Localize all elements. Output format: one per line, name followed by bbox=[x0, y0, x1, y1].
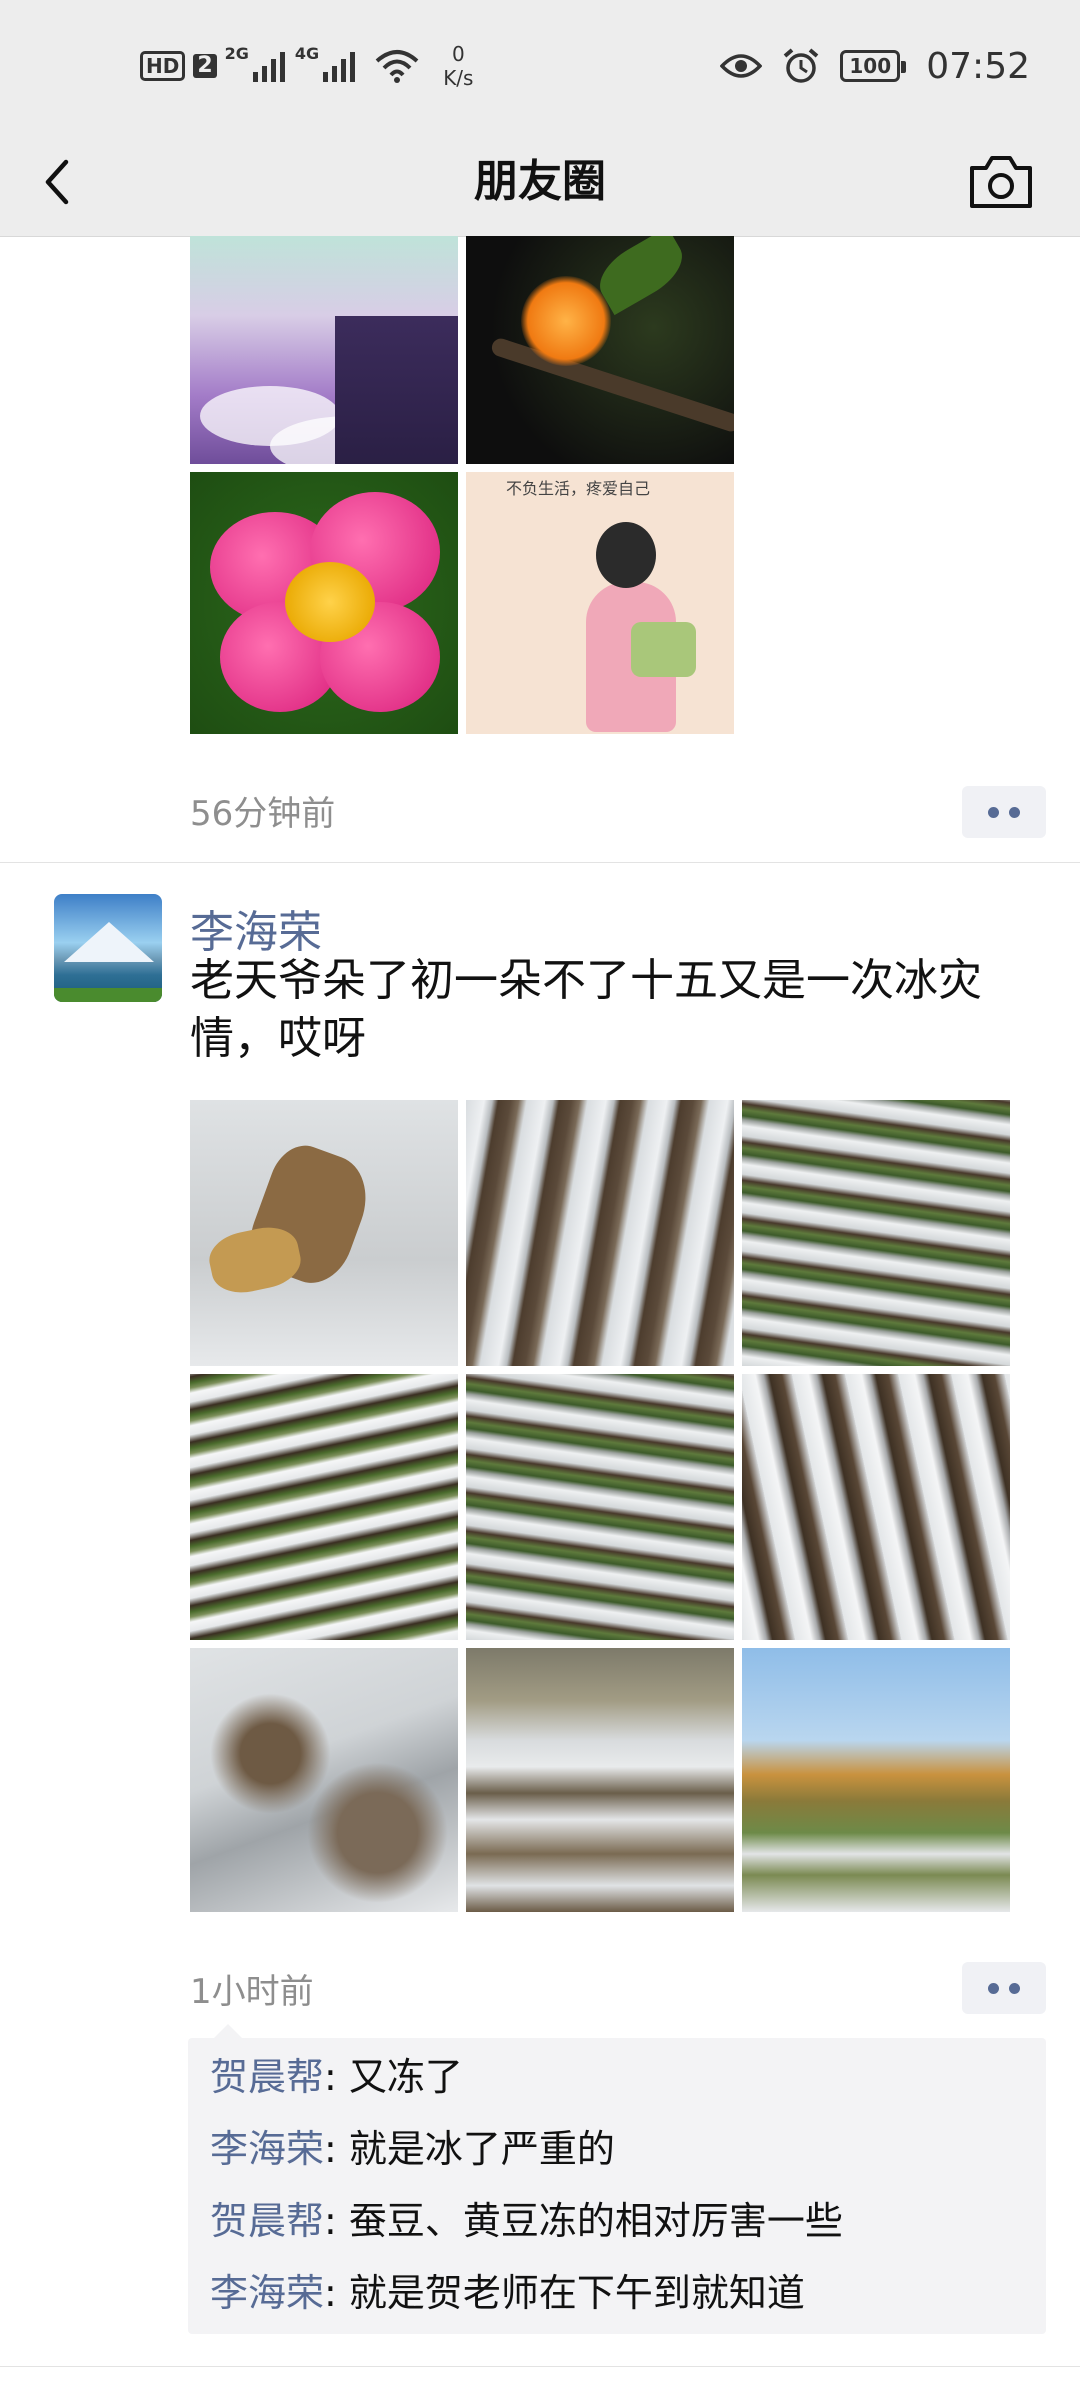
camera-icon[interactable] bbox=[966, 150, 1036, 214]
net-speed-unit: K/s bbox=[443, 66, 474, 90]
battery-icon: 100 bbox=[840, 50, 907, 82]
post-timestamp: 1小时前 bbox=[190, 1972, 314, 2012]
comment-text: 就是冰了严重的 bbox=[348, 2127, 615, 2171]
comment-list: 贺晨帮: 又冻了 李海荣: 就是冰了严重的 贺晨帮: 蚕豆、黄豆冻的相对厉害一些… bbox=[188, 2024, 1046, 2334]
net-speed-value: 0 bbox=[451, 42, 465, 66]
comment-author[interactable]: 李海荣 bbox=[210, 2127, 324, 2171]
post-divider bbox=[0, 2366, 1080, 2367]
post-image[interactable] bbox=[742, 1374, 1010, 1640]
eye-icon bbox=[720, 54, 763, 78]
post-image[interactable] bbox=[466, 1374, 734, 1640]
signal-bars-icon bbox=[252, 52, 285, 82]
clock-time: 07:52 bbox=[926, 45, 1030, 87]
comment-author[interactable]: 贺晨帮 bbox=[210, 2055, 324, 2099]
post-image[interactable] bbox=[190, 1100, 458, 1366]
dot-icon bbox=[988, 1982, 999, 1994]
comment-item[interactable]: 贺晨帮: 又冻了 bbox=[210, 2052, 463, 2102]
more-options-button[interactable] bbox=[962, 1962, 1046, 2014]
page-title: 朋友圈 bbox=[474, 156, 606, 207]
post-text: 老天爷朵了初一朵不了十五又是一次冰灾情，哎呀 bbox=[190, 955, 982, 1064]
comment-text: 又冻了 bbox=[348, 2055, 463, 2099]
post-image[interactable] bbox=[742, 1100, 1010, 1366]
comment-text: 就是贺老师在下午到就知道 bbox=[348, 2271, 805, 2315]
signal-bars-icon bbox=[323, 52, 356, 82]
post-image[interactable] bbox=[190, 472, 458, 734]
comment-item[interactable]: 贺晨帮: 蚕豆、黄豆冻的相对厉害一些 bbox=[210, 2196, 843, 2246]
post-image[interactable] bbox=[190, 236, 458, 464]
post-image[interactable] bbox=[466, 1100, 734, 1366]
dot-icon bbox=[988, 806, 999, 818]
post-image[interactable] bbox=[466, 236, 734, 464]
status-left: HD 2 2G 4G 0 K/s bbox=[140, 38, 473, 94]
dot-icon bbox=[1009, 1982, 1020, 1994]
post-image[interactable]: 不负生活，疼爱自己 bbox=[466, 472, 734, 734]
post-image[interactable] bbox=[190, 1374, 458, 1640]
wifi-icon bbox=[375, 50, 419, 83]
comment-author[interactable]: 贺晨帮 bbox=[210, 2199, 324, 2243]
hd-badge: HD bbox=[140, 51, 186, 81]
comment-item[interactable]: 李海荣: 就是贺老师在下午到就知道 bbox=[210, 2268, 805, 2318]
post-divider bbox=[0, 862, 1080, 863]
dot-icon bbox=[1009, 806, 1020, 818]
sim-badge: 2 bbox=[193, 54, 217, 78]
net-speed: 0 K/s bbox=[443, 42, 473, 90]
comment-text: 蚕豆、黄豆冻的相对厉害一些 bbox=[348, 2199, 843, 2243]
post-author[interactable]: 李海荣 bbox=[190, 896, 322, 960]
post-image[interactable] bbox=[190, 1648, 458, 1912]
post-timestamp: 56分钟前 bbox=[190, 794, 336, 834]
comment-item[interactable]: 李海荣: 就是冰了严重的 bbox=[210, 2124, 615, 2174]
network-4g-label: 4G bbox=[294, 44, 320, 63]
comment-author[interactable]: 李海荣 bbox=[210, 2271, 324, 2315]
more-options-button[interactable] bbox=[962, 786, 1046, 838]
top-nav-bar: 朋友圈 bbox=[0, 128, 1080, 237]
alarm-clock-icon bbox=[783, 48, 819, 83]
avatar[interactable] bbox=[54, 894, 162, 1002]
image-caption: 不负生活，疼爱自己 bbox=[506, 479, 651, 498]
post-image[interactable] bbox=[466, 1648, 734, 1912]
status-right: 100 07:52 bbox=[720, 40, 1030, 92]
status-bar: HD 2 2G 4G 0 K/s 100 07:52 bbox=[0, 0, 1080, 128]
post-image[interactable] bbox=[742, 1648, 1010, 1912]
network-2g-label: 2G bbox=[224, 44, 249, 63]
